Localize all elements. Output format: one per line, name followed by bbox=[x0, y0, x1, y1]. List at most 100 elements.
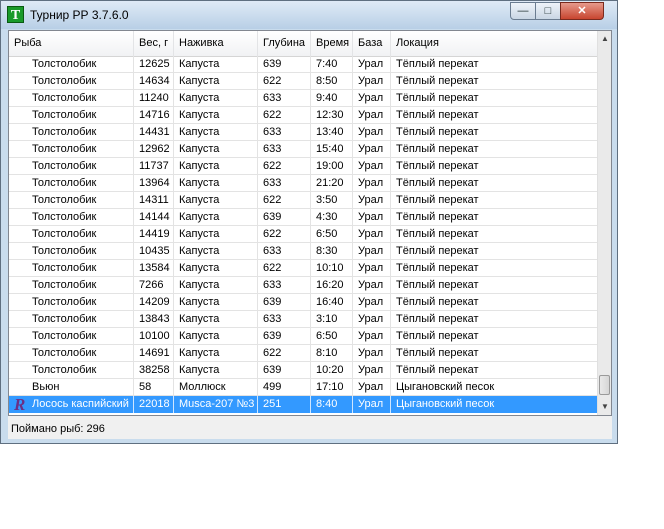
cell-bait: Капуста bbox=[174, 260, 258, 277]
column-header-location[interactable]: Локация bbox=[391, 31, 597, 56]
cell-fish: Толстолобик bbox=[9, 362, 134, 379]
table-row[interactable]: Толстолобик 13964 Капуста 633 21:20 Урал Тёплы… bbox=[9, 175, 597, 192]
column-header-time[interactable]: Время bbox=[311, 31, 353, 56]
cell-time: 9:40 bbox=[311, 90, 353, 107]
cell-time: 8:10 bbox=[311, 345, 353, 362]
cell-depth: 633 bbox=[258, 277, 311, 294]
table-row[interactable]: Толстолобик 12625 Капуста 639 7:40 Урал Тёплый… bbox=[9, 56, 597, 73]
table-row[interactable]: Толстолобик 11240 Капуста 633 9:40 Урал Тёплый… bbox=[9, 90, 597, 107]
cell-weight: 22018 bbox=[134, 396, 174, 413]
table-row[interactable]: Толстолобик 13584 Капуста 622 10:10 Урал Тёплы… bbox=[9, 260, 597, 277]
column-header-bait[interactable]: Наживка bbox=[174, 31, 258, 56]
table-row[interactable]: Толстолобик 14144 Капуста 639 4:30 Урал Тёплый… bbox=[9, 209, 597, 226]
cell-location: Тёплый перекат bbox=[396, 194, 479, 206]
column-header-fish[interactable]: Рыба bbox=[9, 31, 134, 56]
cell-weight: 14209 bbox=[134, 294, 174, 311]
column-header-weight[interactable]: Вес, г bbox=[134, 31, 174, 56]
cell-depth: 639 bbox=[258, 56, 311, 73]
window-title: Турнир РР 3.7.6.0 bbox=[30, 8, 129, 22]
minimize-button[interactable]: — bbox=[510, 2, 536, 20]
maximize-button[interactable]: □ bbox=[535, 2, 561, 20]
cell-time: 19:00 bbox=[311, 158, 353, 175]
column-header-base[interactable]: База bbox=[353, 31, 391, 56]
cell-depth: 633 bbox=[258, 175, 311, 192]
cell-depth: 639 bbox=[258, 294, 311, 311]
table-row[interactable]: Толстолобик 13843 Капуста 633 3:10 Урал Тёплый… bbox=[9, 311, 597, 328]
cell-depth: 633 bbox=[258, 90, 311, 107]
table-row[interactable]: Толстолобик 10100 Капуста 639 6:50 Урал Тёплый… bbox=[9, 328, 597, 345]
close-button[interactable]: ✕ bbox=[560, 2, 604, 20]
cell-location: Тёплый перекат bbox=[396, 58, 479, 70]
cell-fish: Толстолобик bbox=[9, 107, 134, 124]
cell-location: Тёплый перекат bbox=[396, 160, 479, 172]
cell-base: Урал bbox=[353, 362, 391, 379]
table-row[interactable]: Толстолобик 10435 Капуста 633 8:30 Урал Тёплый… bbox=[9, 243, 597, 260]
table-row[interactable]: Толстолобик 38258 Капуста 639 10:20 Урал Тёплы… bbox=[9, 362, 597, 379]
table-row[interactable]: Толстолобик 14716 Капуста 622 12:30 Урал Тёплы… bbox=[9, 107, 597, 124]
table-row[interactable]: Толстолобик 14419 Капуста 622 6:50 Урал Тёплый… bbox=[9, 226, 597, 243]
cell-bait: Капуста bbox=[174, 158, 258, 175]
cell-bait: Капуста bbox=[174, 175, 258, 192]
cell-weight: 12625 bbox=[134, 56, 174, 73]
cell-depth: 622 bbox=[258, 345, 311, 362]
cell-fish: Толстолобик bbox=[9, 56, 134, 73]
table-row[interactable]: Толстолобик 14209 Капуста 639 16:40 Урал Тёплы… bbox=[9, 294, 597, 311]
app-icon: T bbox=[7, 6, 24, 23]
catch-list[interactable]: Рыба Вес, г Наживка Глубина Время База Л… bbox=[8, 30, 612, 416]
cell-base: Урал bbox=[353, 73, 391, 90]
cell-time: 12:30 bbox=[311, 107, 353, 124]
table-row[interactable]: Толстолобик 11737 Капуста 622 19:00 Урал Тёплы… bbox=[9, 158, 597, 175]
cell-fish: Толстолобик bbox=[9, 158, 134, 175]
cell-bait: Капуста bbox=[174, 362, 258, 379]
cell-depth: 633 bbox=[258, 124, 311, 141]
cell-weight: 10435 bbox=[134, 243, 174, 260]
table-row[interactable]: Толстолобик 14311 Капуста 622 3:50 Урал Тёплый… bbox=[9, 192, 597, 209]
cell-time: 10:10 bbox=[311, 260, 353, 277]
cell-base: Урал bbox=[353, 158, 391, 175]
cell-weight: 58 bbox=[134, 379, 174, 396]
cell-depth: 251 bbox=[258, 396, 311, 413]
table-row[interactable]: Толстолобик 14634 Капуста 622 8:50 Урал Тёплый… bbox=[9, 73, 597, 90]
column-header-depth[interactable]: Глубина bbox=[258, 31, 311, 56]
table-row[interactable]: Толстолобик 14431 Капуста 633 13:40 Урал Тёплы… bbox=[9, 124, 597, 141]
app-window: T Турнир РР 3.7.6.0 — □ ✕ Рыба Вес, г На… bbox=[0, 0, 618, 444]
cell-depth: 622 bbox=[258, 260, 311, 277]
cell-weight: 11737 bbox=[134, 158, 174, 175]
cell-fish: Толстолобик bbox=[9, 328, 134, 345]
table-row[interactable]: Вьюн 58 Моллюск 499 17:10 Урал Цыгановский пес… bbox=[9, 379, 597, 396]
cell-time: 17:10 bbox=[311, 379, 353, 396]
scrollbar-thumb[interactable] bbox=[599, 375, 610, 395]
cell-time: 8:50 bbox=[311, 73, 353, 90]
cell-base: Урал bbox=[353, 90, 391, 107]
cell-depth: 622 bbox=[258, 73, 311, 90]
scroll-up-icon[interactable]: ▲ bbox=[598, 31, 611, 47]
list-header: Рыба Вес, г Наживка Глубина Время База Л… bbox=[9, 31, 597, 57]
cell-fish: Толстолобик bbox=[9, 124, 134, 141]
title-bar[interactable]: T Турнир РР 3.7.6.0 — □ ✕ bbox=[1, 1, 617, 29]
cell-location: Тёплый перекат bbox=[396, 177, 479, 189]
cell-bait: Musca-207 №3 bbox=[174, 396, 258, 413]
cell-weight: 13964 bbox=[134, 175, 174, 192]
cell-depth: 639 bbox=[258, 362, 311, 379]
table-row[interactable]: Толстолобик 12962 Капуста 633 15:40 Урал Тёплы… bbox=[9, 141, 597, 158]
table-row[interactable]: Толстолобик 7266 Капуста 633 16:20 Урал Тёплый… bbox=[9, 277, 597, 294]
cell-time: 10:20 bbox=[311, 362, 353, 379]
cell-time: 6:50 bbox=[311, 226, 353, 243]
cell-weight: 14144 bbox=[134, 209, 174, 226]
cell-base: Урал bbox=[353, 209, 391, 226]
cell-time: 3:50 bbox=[311, 192, 353, 209]
status-bar: Поймано рыб: 296 bbox=[11, 423, 105, 435]
cell-time: 6:50 bbox=[311, 328, 353, 345]
cell-weight: 13584 bbox=[134, 260, 174, 277]
vertical-scrollbar[interactable]: ▲ ▼ bbox=[597, 31, 611, 415]
cell-weight: 10100 bbox=[134, 328, 174, 345]
cell-location: Цыгановский песок bbox=[396, 381, 495, 393]
table-row[interactable]: Толстолобик 14691 Капуста 622 8:10 Урал Тёплый… bbox=[9, 345, 597, 362]
scroll-down-icon[interactable]: ▼ bbox=[598, 399, 611, 415]
cell-fish: Толстолобик bbox=[9, 277, 134, 294]
cell-depth: 633 bbox=[258, 311, 311, 328]
cell-location: Тёплый перекат bbox=[396, 143, 479, 155]
table-row[interactable]: R Лосось каспийский 22018 Musca-207 №3 251 8:… bbox=[9, 396, 597, 413]
cell-time: 8:30 bbox=[311, 243, 353, 260]
cell-fish: Толстолобик bbox=[9, 260, 134, 277]
